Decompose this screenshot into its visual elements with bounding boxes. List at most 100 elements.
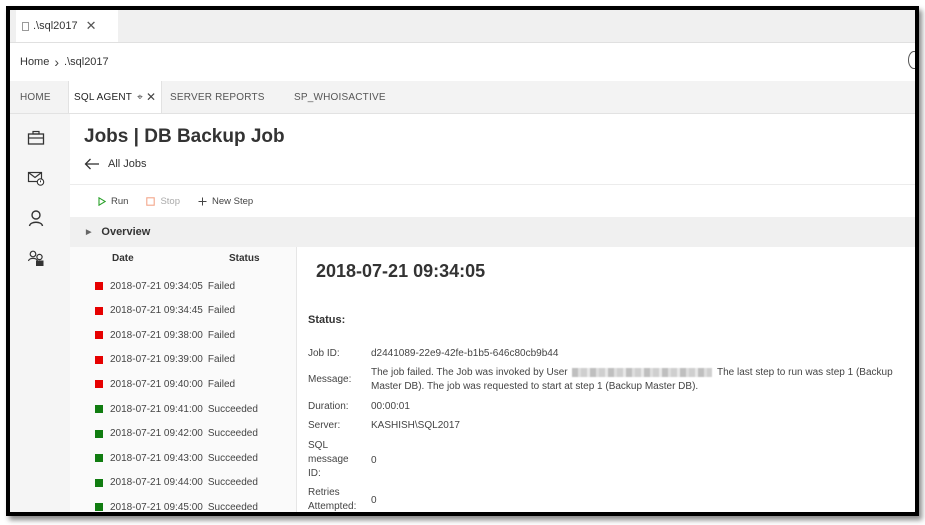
dashboard-tab-bar: HOME SQL AGENT ⌖ ✕ SERVER REPORTS SP_WHO…	[10, 81, 915, 114]
jobs-briefcase-icon[interactable]	[26, 128, 46, 148]
pin-icon[interactable]: ⌖	[137, 92, 143, 103]
status-label: Status:	[308, 314, 346, 326]
failed-status-icon	[95, 331, 103, 340]
search-icon[interactable]	[908, 51, 915, 69]
tab-server-reports[interactable]: SERVER REPORTS	[170, 81, 265, 113]
failed-status-icon	[95, 282, 103, 290]
run-status: Succeeded	[207, 501, 258, 512]
run-status: Succeeded	[207, 477, 258, 489]
run-date: 2018-07-21 09:44:00	[110, 477, 203, 489]
succeeded-status-icon	[95, 454, 103, 463]
sql-message-id-label: SQL message ID:	[308, 440, 349, 479]
sidebar	[10, 114, 70, 512]
history-row[interactable]: 2018-07-21 09:34:45 Failed	[95, 303, 235, 319]
run-date: 2018-07-21 09:38:00	[110, 329, 203, 341]
tab-sql-agent-label: SQL AGENT	[74, 91, 133, 103]
overview-section-header[interactable]: ▶ Overview	[70, 217, 915, 247]
server-value: KASHISH\SQL2017	[371, 420, 460, 431]
tab-server-reports-label: SERVER REPORTS	[170, 91, 265, 103]
tab-home[interactable]: HOME	[20, 81, 51, 113]
plus-icon	[198, 197, 207, 206]
history-row[interactable]: 2018-07-21 09:38:00 Failed	[95, 327, 235, 343]
run-button-label: Run	[111, 196, 129, 207]
run-date: 2018-07-21 09:42:00	[110, 428, 203, 440]
duration-value: 00:00:01	[371, 401, 410, 412]
column-header-status[interactable]: Status	[229, 253, 260, 264]
history-row[interactable]: 2018-07-21 09:41:00 Succeeded	[95, 401, 258, 417]
arrow-left-icon	[84, 158, 99, 170]
stop-icon	[146, 197, 156, 206]
run-button[interactable]: Run	[98, 196, 128, 207]
tab-sql-agent[interactable]: SQL AGENT ⌖ ✕	[68, 81, 163, 113]
file-icon	[22, 21, 29, 31]
close-tab-icon[interactable]: ✕	[146, 90, 156, 104]
failed-status-icon	[95, 380, 103, 389]
history-row[interactable]: 2018-07-21 09:42:00 Succeeded	[95, 426, 258, 442]
breadcrumb-home[interactable]: Home	[20, 56, 49, 68]
run-date: 2018-07-21 09:43:00	[110, 452, 203, 464]
run-status: Succeeded	[207, 403, 258, 415]
duration-label: Duration:	[308, 401, 349, 412]
succeeded-status-icon	[95, 478, 103, 487]
history-row[interactable]: 2018-07-21 09:34:05 Failed	[95, 278, 235, 294]
tab-sp-whoisactive-label: SP_WHOISACTIVE	[294, 91, 386, 103]
run-status: Failed	[207, 280, 236, 292]
expand-triangle-icon[interactable]: ▶	[86, 228, 91, 236]
run-status: Succeeded	[207, 452, 258, 464]
succeeded-status-icon	[95, 503, 103, 512]
stop-button-label: Stop	[160, 196, 180, 207]
alerts-mail-icon[interactable]	[26, 168, 46, 188]
run-status: Failed	[207, 329, 236, 341]
sql-message-id-value: 0	[371, 455, 377, 466]
history-row[interactable]: 2018-07-21 09:45:00 Succeeded	[95, 499, 258, 512]
succeeded-status-icon	[95, 405, 103, 413]
close-tab-icon[interactable]: ✕	[86, 18, 97, 34]
job-history-list: Date Status 2018-07-21 09:34:05 Failed 201…	[70, 247, 297, 512]
back-to-all-jobs-link[interactable]: All Jobs	[84, 158, 147, 170]
tab-sp-whoisactive[interactable]: SP_WHOISACTIVE	[294, 81, 386, 113]
document-tab-title: .\sql2017	[33, 20, 78, 32]
history-row[interactable]: 2018-07-21 09:40:00 Failed	[95, 376, 235, 392]
run-date: 2018-07-21 09:34:05	[110, 280, 203, 292]
stop-button[interactable]: Stop	[146, 196, 180, 207]
run-date: 2018-07-21 09:40:00	[110, 378, 203, 390]
app-window: .\sql2017 ✕ Home › .\sql2017 HOME SQL AG…	[6, 6, 919, 516]
run-date: 2018-07-21 09:45:00	[110, 501, 203, 512]
job-toolbar: Run Stop New Step	[70, 184, 915, 218]
run-status: Succeeded	[207, 428, 258, 440]
job-id-label: Job ID:	[308, 348, 340, 359]
run-date: 2018-07-21 09:39:00	[110, 354, 203, 366]
history-row[interactable]: 2018-07-21 09:39:00 Failed	[95, 352, 235, 368]
redacted-username	[572, 367, 713, 377]
document-tab[interactable]: .\sql2017 ✕	[16, 10, 118, 42]
run-detail-title: 2018-07-21 09:34:05	[316, 261, 486, 281]
run-date: 2018-07-21 09:41:00	[110, 403, 203, 415]
proxies-people-icon[interactable]	[26, 248, 46, 268]
back-link-label: All Jobs	[108, 158, 147, 170]
tab-home-label: HOME	[20, 91, 51, 103]
message-label: Message:	[308, 374, 352, 385]
failed-status-icon	[95, 306, 103, 315]
chevron-right-icon: ›	[54, 54, 60, 70]
new-step-button-label: New Step	[211, 196, 254, 207]
play-icon	[98, 197, 106, 206]
retries-value: 0	[371, 495, 377, 506]
run-status: Failed	[207, 305, 236, 317]
run-date: 2018-07-21 09:34:45	[110, 305, 203, 317]
title-bar: .\sql2017 ✕	[10, 10, 915, 43]
breadcrumb: Home › .\sql2017	[10, 43, 915, 81]
overview-label: Overview	[101, 226, 151, 238]
succeeded-status-icon	[95, 429, 103, 438]
run-status: Failed	[207, 354, 236, 366]
message-value: The job failed. The Job was invoked by U…	[371, 366, 911, 394]
operators-person-icon[interactable]	[26, 208, 46, 228]
history-row[interactable]: 2018-07-21 09:43:00 Succeeded	[95, 450, 258, 466]
server-label: Server:	[308, 420, 341, 431]
job-details-pane: Jobs | DB Backup Job All Jobs Run Stop N…	[70, 114, 915, 512]
job-id-value: d2441089-22e9-42fe-b1b5-646c80cb9b44	[371, 348, 559, 359]
new-step-button[interactable]: New Step	[198, 196, 253, 207]
history-row[interactable]: 2018-07-21 09:44:00 Succeeded	[95, 475, 258, 491]
column-header-date[interactable]: Date	[112, 253, 134, 264]
run-status: Failed	[207, 378, 236, 390]
breadcrumb-current[interactable]: .\sql2017	[64, 56, 109, 68]
